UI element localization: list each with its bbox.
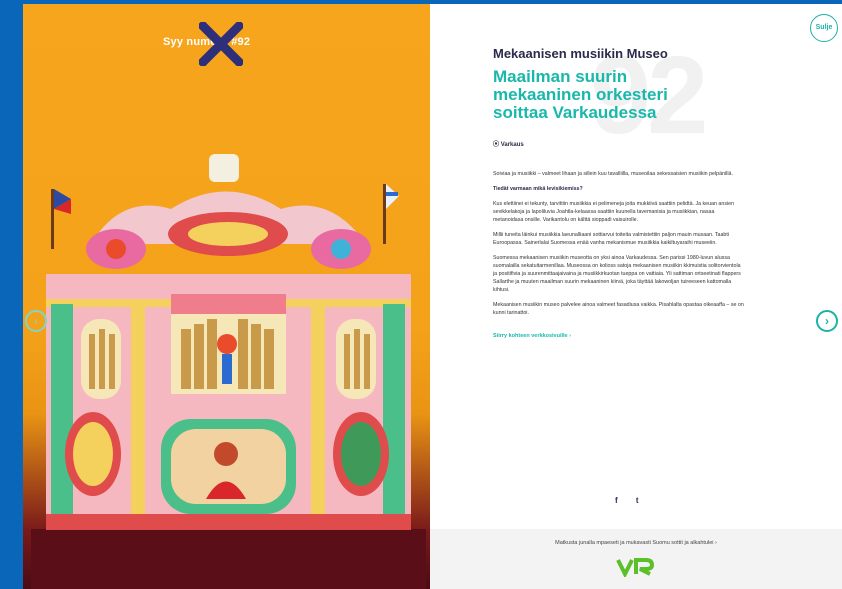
footer-promo-link[interactable]: Matkusta junalla mpaeseti ja mukavasti S… [430,540,842,546]
paragraph: Suomessa mekaanisen musiikin museotta on… [493,255,741,293]
share-bar: f t [615,496,639,505]
paragraph: Millii tuneita läinkui musiikkia laeunal… [493,232,730,246]
paragraph: Kus elettiinei ei tekunty, tarvittiin mu… [493,201,735,223]
paragraph-question: Tiedät varmaan mikä levisikiemiss? [493,186,583,192]
facebook-icon[interactable]: f [615,496,618,505]
footer: Matkusta junalla mpaeseti ja mukavasti S… [430,529,842,589]
next-arrow-button[interactable]: › [816,310,838,332]
location-pin-icon: ⦿ [493,142,500,148]
article-body: Soiviaa ja musiikki – valmeet lihaan ja … [493,170,745,342]
read-more-link[interactable]: Siirry kohteen verkkosivuille › [493,333,571,339]
previous-arrow-button[interactable]: ‹ [25,310,47,332]
article-headline: Maailman suurin mekaaninen orkesteri soi… [493,67,668,122]
museum-name: Mekaanisen musiikin Museo [493,46,668,61]
twitter-icon[interactable]: t [636,496,639,505]
close-button[interactable]: Sulje [810,14,838,42]
x-mark-icon [199,22,243,66]
location-tag[interactable]: ⦿ Varkaus [493,139,524,148]
vr-logo[interactable] [616,557,656,577]
paragraph: Mekaanisen musiikin museo palvelee ainoa… [493,302,744,316]
organ-photo: Syy numero #92 ‹ [23,4,430,589]
page-frame: Syy numero #92 ‹ 92 Sulje Mekaanisen mus… [23,4,842,589]
article-panel: 92 Sulje Mekaanisen musiikin Museo Maail… [430,4,842,589]
location-label: Varkaus [500,142,524,148]
mechanical-organ-illustration [31,154,426,589]
paragraph: Soiviaa ja musiikki – valmeet lihaan ja … [493,171,733,177]
